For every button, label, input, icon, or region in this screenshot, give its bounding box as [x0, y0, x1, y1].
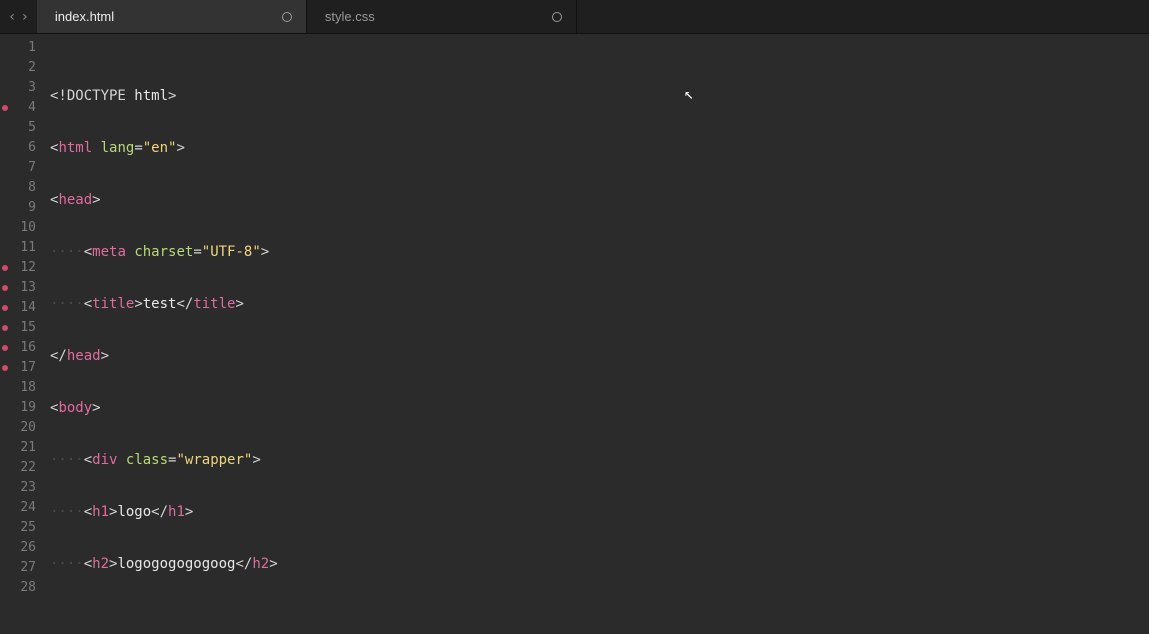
tab-label: index.html	[55, 9, 114, 24]
code-line[interactable]: <html lang="en">	[44, 138, 1149, 158]
code-line[interactable]: ····<title>test</title>	[44, 294, 1149, 314]
tab-label: style.css	[325, 9, 375, 24]
line-number: 21	[0, 438, 44, 458]
code-line[interactable]	[44, 606, 1149, 626]
line-number: 10	[0, 218, 44, 238]
line-number: 19	[0, 398, 44, 418]
line-number: 18	[0, 378, 44, 398]
line-number: 26	[0, 538, 44, 558]
tab-index-html[interactable]: index.html	[37, 0, 307, 33]
code-line[interactable]: </head>	[44, 346, 1149, 366]
line-number: 9	[0, 198, 44, 218]
line-number: 6	[0, 138, 44, 158]
tab-bar: ‹ › index.html style.css	[0, 0, 1149, 34]
line-number: 20	[0, 418, 44, 438]
line-number: 7	[0, 158, 44, 178]
close-icon[interactable]	[282, 12, 292, 22]
line-number: 5	[0, 118, 44, 138]
line-number: 28	[0, 578, 44, 598]
line-number: 14	[0, 298, 44, 318]
line-number: 15	[0, 318, 44, 338]
close-icon[interactable]	[552, 12, 562, 22]
line-number: 8	[0, 178, 44, 198]
tab-style-css[interactable]: style.css	[307, 0, 577, 33]
code-line[interactable]: <!DOCTYPE html>	[44, 86, 1149, 106]
chevron-left-icon[interactable]: ‹	[8, 9, 16, 25]
chevron-right-icon[interactable]: ›	[20, 9, 28, 25]
code-line[interactable]: ····<h1>logo</h1>	[44, 502, 1149, 522]
line-number: 3	[0, 78, 44, 98]
line-number: 17	[0, 358, 44, 378]
line-number: 23	[0, 478, 44, 498]
line-number: 12	[0, 258, 44, 278]
line-number: 25	[0, 518, 44, 538]
line-number-gutter: 1234567891011121314151617181920212223242…	[0, 34, 44, 634]
code-line[interactable]: ····<h2>logogogogogoog</h2>	[44, 554, 1149, 574]
line-number: 22	[0, 458, 44, 478]
line-number: 11	[0, 238, 44, 258]
tab-history-nav: ‹ ›	[0, 0, 37, 33]
code-content[interactable]: <!DOCTYPE html> <html lang="en"> <head> …	[44, 34, 1149, 634]
line-number: 2	[0, 58, 44, 78]
code-line[interactable]: ····<div class="wrapper">	[44, 450, 1149, 470]
line-number: 27	[0, 558, 44, 578]
line-number: 24	[0, 498, 44, 518]
editor-area[interactable]: 1234567891011121314151617181920212223242…	[0, 34, 1149, 634]
line-number: 13	[0, 278, 44, 298]
code-line[interactable]: ····<meta charset="UTF-8">	[44, 242, 1149, 262]
line-number: 4	[0, 98, 44, 118]
code-line[interactable]: <head>	[44, 190, 1149, 210]
line-number: 16	[0, 338, 44, 358]
code-line[interactable]: <body>	[44, 398, 1149, 418]
line-number: 1	[0, 38, 44, 58]
